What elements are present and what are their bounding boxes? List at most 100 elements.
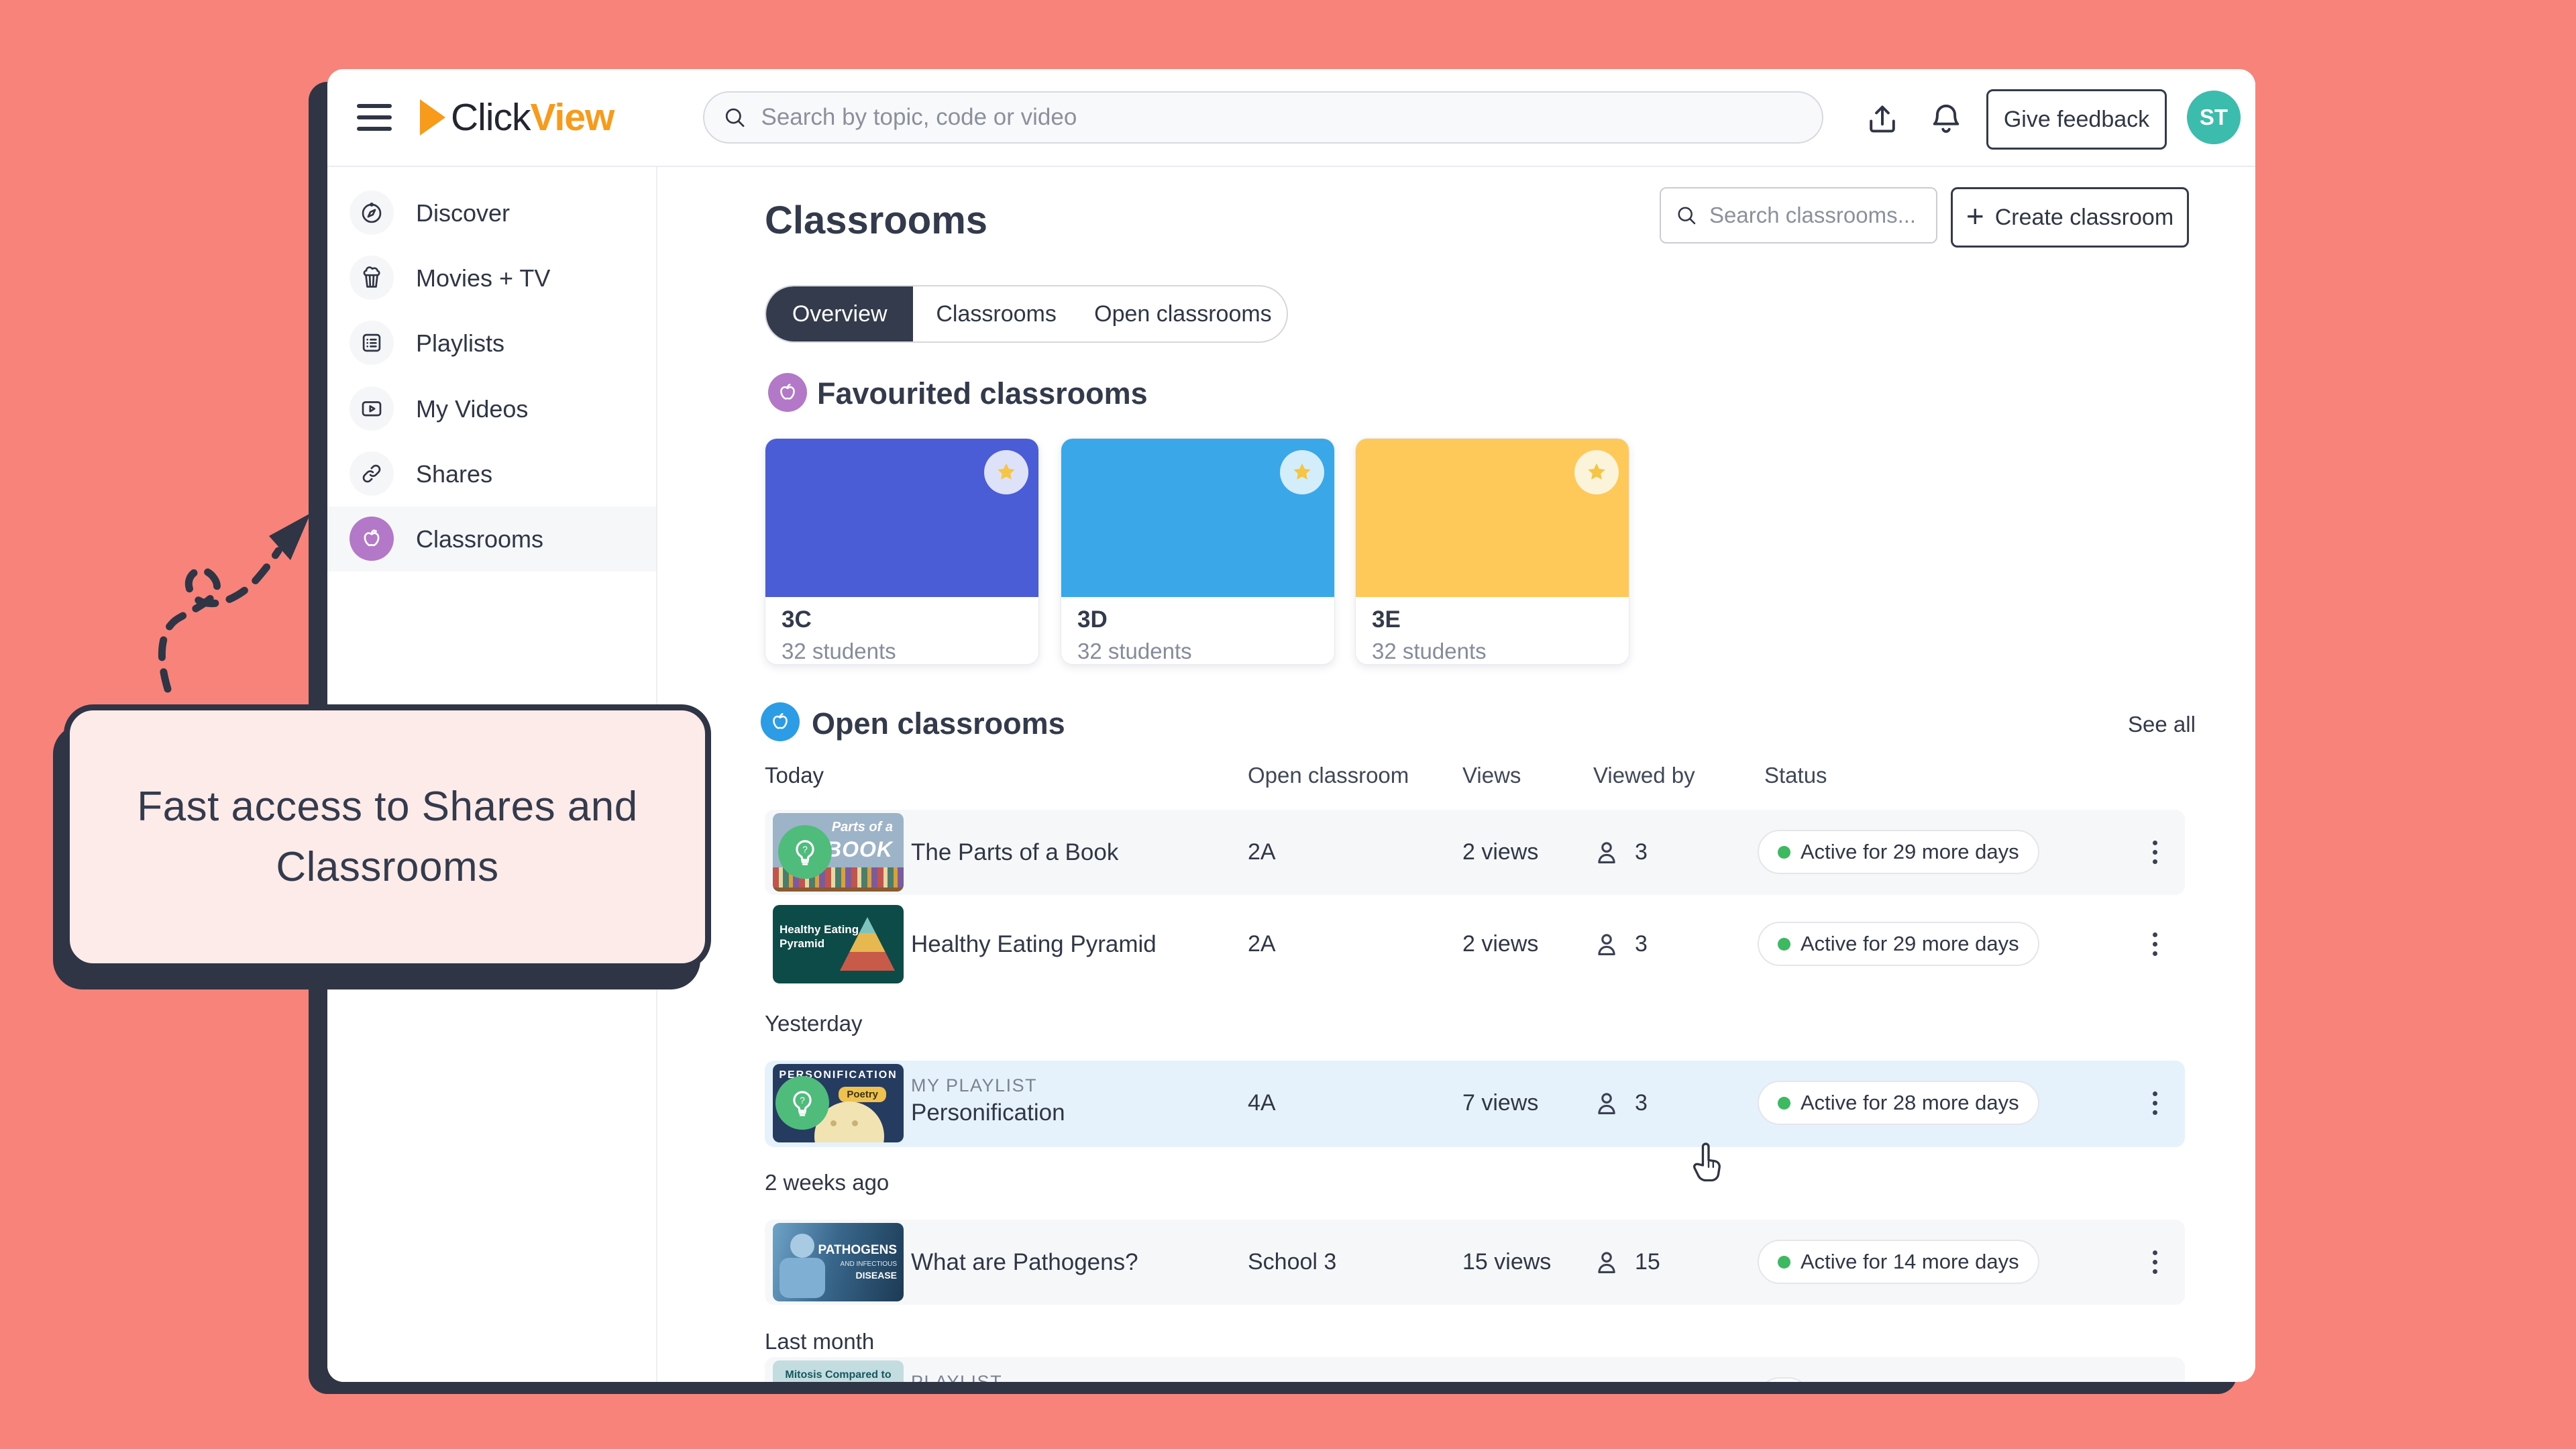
- row-menu-kebab-icon[interactable]: [2135, 902, 2175, 987]
- tab-label: Open classrooms: [1094, 301, 1272, 327]
- classroom-students: 32 students: [782, 639, 896, 664]
- classroom-name: 3D: [1077, 606, 1108, 633]
- thumb-text: Parts of a: [832, 820, 893, 835]
- row-subtitle: PLAYLIST: [911, 1372, 1002, 1382]
- give-feedback-button[interactable]: Give feedback: [1986, 89, 2167, 150]
- status-dot: [1778, 938, 1790, 951]
- notifications-bell-icon[interactable]: [1927, 100, 1965, 138]
- status-badge: Active for 14 more days: [1758, 1240, 2039, 1284]
- status-badge: Active for 29 more days: [1758, 922, 2039, 966]
- classroom-name: 3E: [1372, 606, 1401, 633]
- classroom-card-3d[interactable]: 3D 32 students: [1061, 438, 1335, 665]
- sidebar-item-shares[interactable]: Shares: [327, 441, 656, 506]
- give-feedback-label: Give feedback: [2004, 107, 2149, 133]
- favourite-star-icon[interactable]: [984, 450, 1028, 494]
- thumb-text: BOOK: [826, 837, 893, 862]
- plus-icon: +: [1966, 198, 1984, 234]
- row-menu-kebab-icon[interactable]: [2135, 810, 2175, 895]
- thumb-text: DISEASE: [856, 1270, 897, 1281]
- classrooms-search-input[interactable]: [1708, 202, 1923, 229]
- feature-callout: Fast access to Shares and Classrooms: [64, 704, 711, 969]
- sidebar-label: Playlists: [416, 311, 504, 376]
- svg-text:?: ?: [800, 1095, 805, 1106]
- sidebar-item-movies-tv[interactable]: Movies + TV: [327, 246, 656, 311]
- hamburger-menu-icon[interactable]: [357, 104, 392, 131]
- status-text: Active for 28 more days: [1801, 1091, 2019, 1115]
- user-avatar[interactable]: ST: [2187, 91, 2241, 144]
- person-icon: [1592, 929, 1621, 959]
- status-badge: Active for 29 more days: [1758, 830, 2039, 874]
- classrooms-search[interactable]: [1660, 187, 1937, 244]
- video-icon: [350, 386, 394, 431]
- row-menu-kebab-icon[interactable]: [2135, 1220, 2175, 1305]
- person-icon: [1592, 1088, 1621, 1118]
- video-thumbnail: PATHOGENS AND INFECTIOUS DISEASE: [773, 1223, 904, 1301]
- status-text: Active for 14 more days: [1801, 1250, 2019, 1274]
- sidebar-item-discover[interactable]: Discover: [327, 180, 656, 246]
- group-label-today: Today: [765, 763, 824, 788]
- column-status: Status: [1764, 763, 1827, 788]
- logo-text-click: Click: [451, 96, 531, 139]
- person-icon: [1592, 1247, 1621, 1277]
- favourite-star-icon[interactable]: [1574, 450, 1619, 494]
- link-icon: [350, 451, 394, 496]
- status-text: Active for 29 more days: [1801, 932, 2019, 956]
- lightbulb-icon: ?: [775, 1076, 829, 1130]
- playlist-icon: [350, 321, 394, 365]
- status-badge: [1758, 1377, 1811, 1382]
- open-classrooms-apple-icon: [761, 702, 800, 741]
- search-icon: [722, 104, 748, 131]
- favourited-heading: Favourited classrooms: [817, 376, 1148, 411]
- classroom-students: 32 students: [1077, 639, 1192, 664]
- annotation-arrow: [138, 493, 366, 714]
- tab-classrooms[interactable]: Classrooms: [913, 286, 1079, 341]
- discover-compass-icon: [350, 191, 394, 235]
- classroom-card-3c[interactable]: 3C 32 students: [765, 438, 1039, 665]
- app-header: ClickView Give feedback ST: [327, 69, 2255, 167]
- search-icon: [1674, 203, 1699, 227]
- classroom-card-3e[interactable]: 3E 32 students: [1355, 438, 1629, 665]
- table-row-mitosis[interactable]: Mitosis Compared to Meiosis PLAYLIST: [765, 1357, 2185, 1382]
- row-menu-kebab-icon[interactable]: [2135, 1061, 2175, 1146]
- tab-open-classrooms[interactable]: Open classrooms: [1079, 286, 1287, 341]
- global-search[interactable]: [703, 91, 1823, 144]
- lightbulb-icon: ?: [778, 825, 832, 879]
- sidebar-label: Shares: [416, 441, 492, 506]
- tab-label: Classrooms: [936, 301, 1056, 327]
- column-views: Views: [1462, 763, 1521, 788]
- clickview-logo: ClickView: [420, 96, 614, 139]
- column-open-classroom: Open classroom: [1248, 763, 1409, 788]
- thumb-text: Mitosis Compared to Meiosis: [773, 1368, 904, 1382]
- status-badge: Active for 28 more days: [1758, 1081, 2039, 1125]
- create-classroom-button[interactable]: + Create classroom: [1951, 187, 2189, 248]
- table-row-healthy-eating[interactable]: Healthy Eating Pyramid Healthy Eating Py…: [765, 902, 2185, 987]
- thumb-text: AND INFECTIOUS: [841, 1260, 897, 1268]
- sidebar-label: My Videos: [416, 376, 528, 441]
- video-thumbnail: Healthy Eating Pyramid: [773, 905, 904, 983]
- video-thumbnail: Mitosis Compared to Meiosis: [773, 1360, 904, 1382]
- row-classroom: 2A: [1248, 902, 1276, 987]
- favourite-star-icon[interactable]: [1280, 450, 1324, 494]
- upload-icon[interactable]: [1864, 100, 1901, 138]
- table-row-personification[interactable]: PERSONIFICATION Poetry ? MY PLAYLIST Per…: [765, 1061, 2185, 1147]
- status-dot: [1778, 1256, 1790, 1269]
- row-viewed-by: 15: [1635, 1220, 1660, 1305]
- logo-text-view: View: [531, 96, 614, 139]
- table-row-parts-of-a-book[interactable]: Parts of a BOOK ? The Parts of a Book 2A…: [765, 810, 2185, 895]
- tab-overview[interactable]: Overview: [766, 286, 913, 341]
- row-classroom: 2A: [1248, 810, 1276, 895]
- table-row-pathogens[interactable]: PATHOGENS AND INFECTIOUS DISEASE What ar…: [765, 1220, 2185, 1305]
- popcorn-icon: [350, 256, 394, 300]
- mouse-cursor-hand-icon: [1689, 1142, 1724, 1185]
- sidebar-item-my-videos[interactable]: My Videos: [327, 376, 656, 441]
- thumb-text: PATHOGENS: [818, 1243, 897, 1258]
- thumb-text: Healthy Eating Pyramid: [780, 922, 904, 951]
- see-all-link[interactable]: See all: [2128, 712, 2196, 737]
- sidebar-label: Movies + TV: [416, 246, 550, 311]
- figure-graphic: [780, 1258, 825, 1298]
- row-views: 2 views: [1462, 810, 1538, 895]
- sidebar-item-classrooms[interactable]: Classrooms: [327, 506, 656, 572]
- view-tabs: Overview Classrooms Open classrooms: [765, 285, 1288, 343]
- global-search-input[interactable]: [760, 103, 1805, 131]
- sidebar-item-playlists[interactable]: Playlists: [327, 311, 656, 376]
